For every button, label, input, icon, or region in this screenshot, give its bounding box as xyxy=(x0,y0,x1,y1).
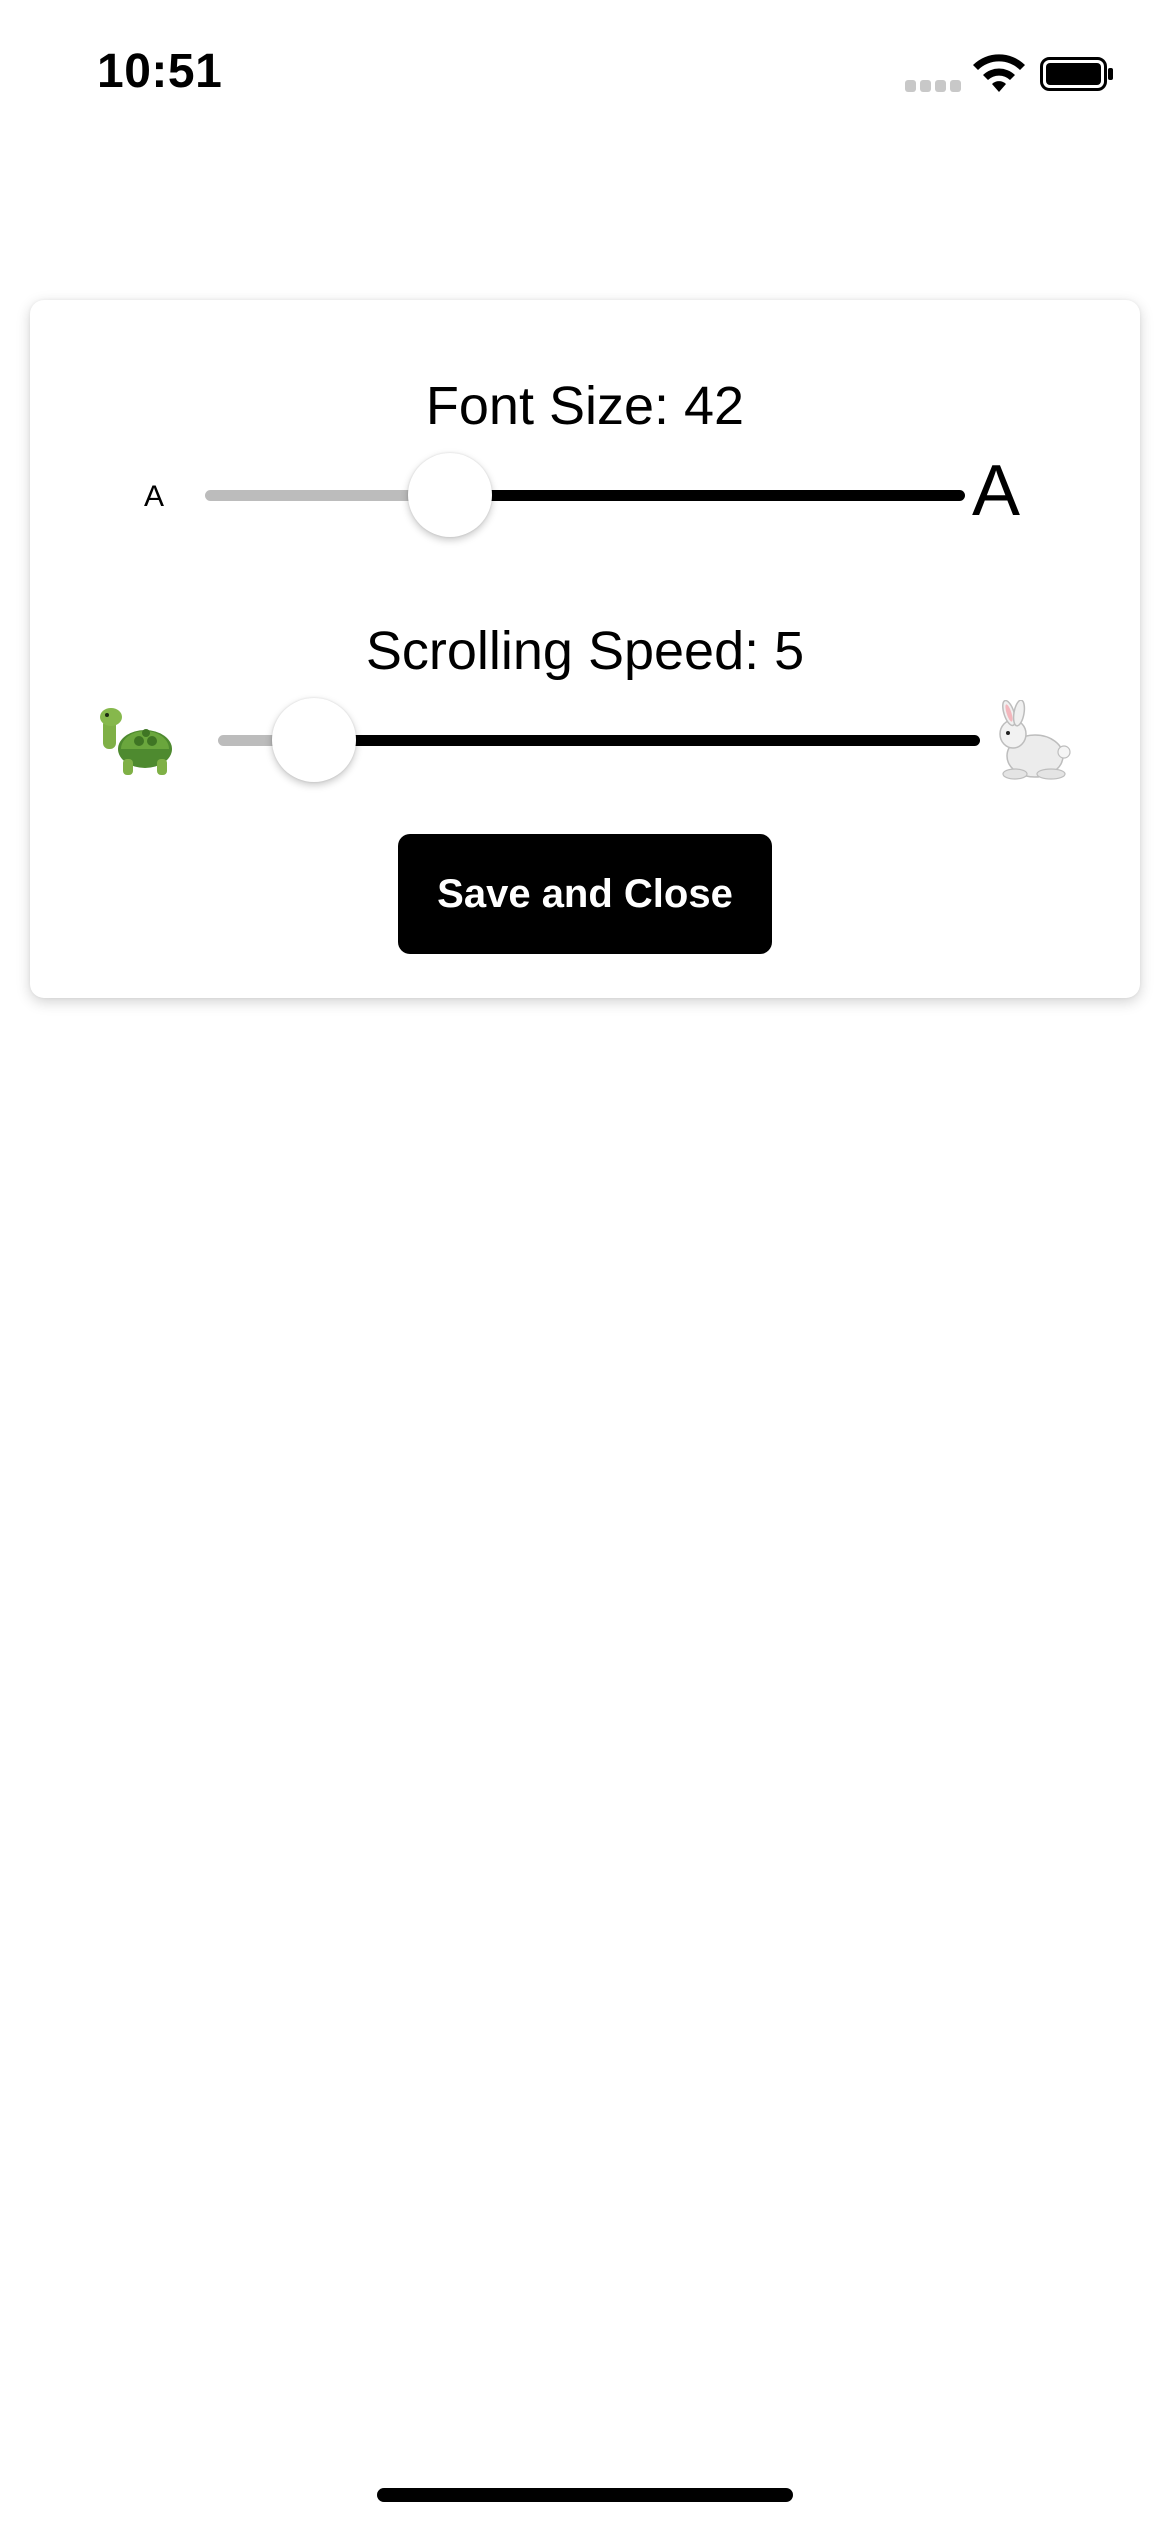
cellular-signal-icon xyxy=(905,80,961,92)
rabbit-icon xyxy=(999,700,1071,780)
scrolling-speed-slider-max-track xyxy=(314,735,980,746)
font-size-slider[interactable] xyxy=(205,453,965,537)
font-small-icon: A xyxy=(144,480,165,513)
font-large-icon: A xyxy=(972,451,1021,531)
battery-icon xyxy=(1040,57,1113,91)
status-time: 10:51 xyxy=(97,45,223,98)
settings-card: Font Size: 42 A A Scrolling Speed: 5 Sav… xyxy=(30,300,1140,998)
font-size-slider-max-track xyxy=(449,490,965,501)
font-size-slider-thumb[interactable] xyxy=(407,453,492,537)
scrolling-speed-label: Scrolling Speed: 5 xyxy=(365,621,805,681)
home-indicator xyxy=(377,2488,793,2502)
font-size-label: Font Size: 42 xyxy=(425,376,745,436)
turtle-icon xyxy=(100,708,172,775)
save-and-close-button[interactable]: Save and Close xyxy=(398,834,772,954)
scrolling-speed-slider[interactable] xyxy=(218,698,980,782)
scrolling-speed-slider-thumb[interactable] xyxy=(272,698,357,782)
wifi-icon xyxy=(973,54,1025,92)
status-bar: 10:51 xyxy=(0,0,1170,150)
